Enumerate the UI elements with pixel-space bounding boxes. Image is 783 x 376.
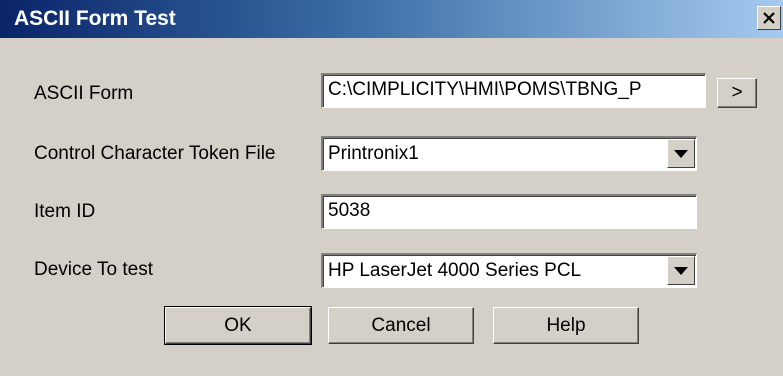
device-value: HP LaserJet 4000 Series PCL — [328, 260, 582, 281]
ascii-form-test-dialog: ASCII Form Test ASCII Form C:\CIMPLICITY… — [0, 0, 783, 376]
browse-button[interactable]: > — [717, 78, 757, 108]
token-file-select[interactable]: Printronix1 — [321, 136, 697, 171]
token-file-value: Printronix1 — [328, 143, 419, 164]
device-dropdown-button[interactable] — [667, 256, 695, 285]
close-button[interactable] — [757, 6, 781, 30]
token-file-dropdown-button[interactable] — [667, 139, 695, 168]
window-title: ASCII Form Test — [14, 7, 176, 30]
item-id-label: Item ID — [34, 201, 96, 222]
chevron-down-icon — [674, 149, 688, 158]
ok-button[interactable]: OK — [164, 306, 312, 345]
close-icon — [763, 12, 775, 24]
token-file-label: Control Character Token File — [34, 143, 276, 164]
ascii-form-input[interactable]: C:\CIMPLICITY\HMI\POMS\TBNG_P — [321, 73, 706, 108]
cancel-button[interactable]: Cancel — [328, 307, 474, 344]
help-button[interactable]: Help — [493, 307, 639, 344]
device-select[interactable]: HP LaserJet 4000 Series PCL — [321, 253, 697, 288]
chevron-down-icon — [674, 266, 688, 275]
title-bar[interactable]: ASCII Form Test — [0, 0, 783, 38]
device-label: Device To test — [34, 259, 153, 280]
ascii-form-label: ASCII Form — [34, 83, 134, 104]
item-id-input[interactable]: 5038 — [321, 194, 697, 229]
